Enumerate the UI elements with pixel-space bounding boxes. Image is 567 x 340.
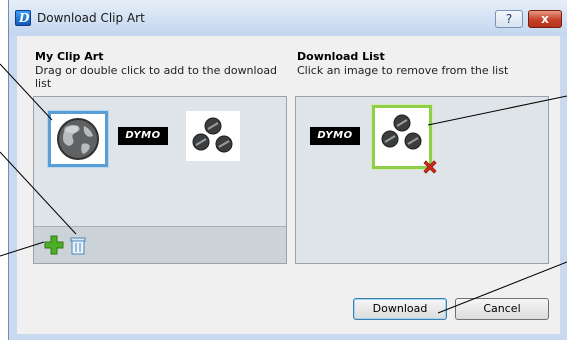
my-clip-art-heading: My Clip Art (35, 50, 104, 63)
download-list-heading: Download List (297, 50, 385, 63)
cancel-button[interactable]: Cancel (455, 298, 549, 320)
window-title: Download Clip Art (37, 11, 145, 25)
my-clip-art-panel: DYMO (33, 96, 287, 264)
trash-icon[interactable] (68, 234, 88, 256)
clip-art-screws[interactable] (186, 111, 240, 161)
globe-icon (57, 118, 99, 160)
add-plus-icon[interactable] (44, 235, 64, 255)
clip-art-dymo-logo[interactable]: DYMO (118, 127, 168, 145)
download-clip-art-window: D Download Clip Art ? x My Clip Art Drag… (8, 0, 567, 340)
screws-icon (192, 117, 233, 153)
title-bar[interactable]: D Download Clip Art ? x (9, 0, 567, 36)
dymo-logo: DYMO (118, 127, 168, 145)
clip-art-globe[interactable] (48, 111, 108, 167)
dialog-body: My Clip Art Drag or double click to add … (17, 36, 560, 334)
my-clip-art-instructions: Drag or double click to add to the downl… (35, 64, 278, 90)
red-x-icon[interactable] (422, 159, 438, 175)
download-item-dymo-logo[interactable]: DYMO (310, 127, 360, 145)
download-button[interactable]: Download (353, 298, 447, 320)
dymo-logo: DYMO (310, 127, 360, 145)
help-button[interactable]: ? (495, 10, 523, 28)
download-list-panel: DYMO (295, 96, 549, 264)
screws-icon (381, 114, 422, 150)
clip-art-toolbar (34, 226, 286, 263)
close-button[interactable]: x (528, 10, 562, 28)
download-list-instructions: Click an image to remove from the list (297, 64, 509, 77)
dymo-app-icon: D (15, 10, 31, 26)
